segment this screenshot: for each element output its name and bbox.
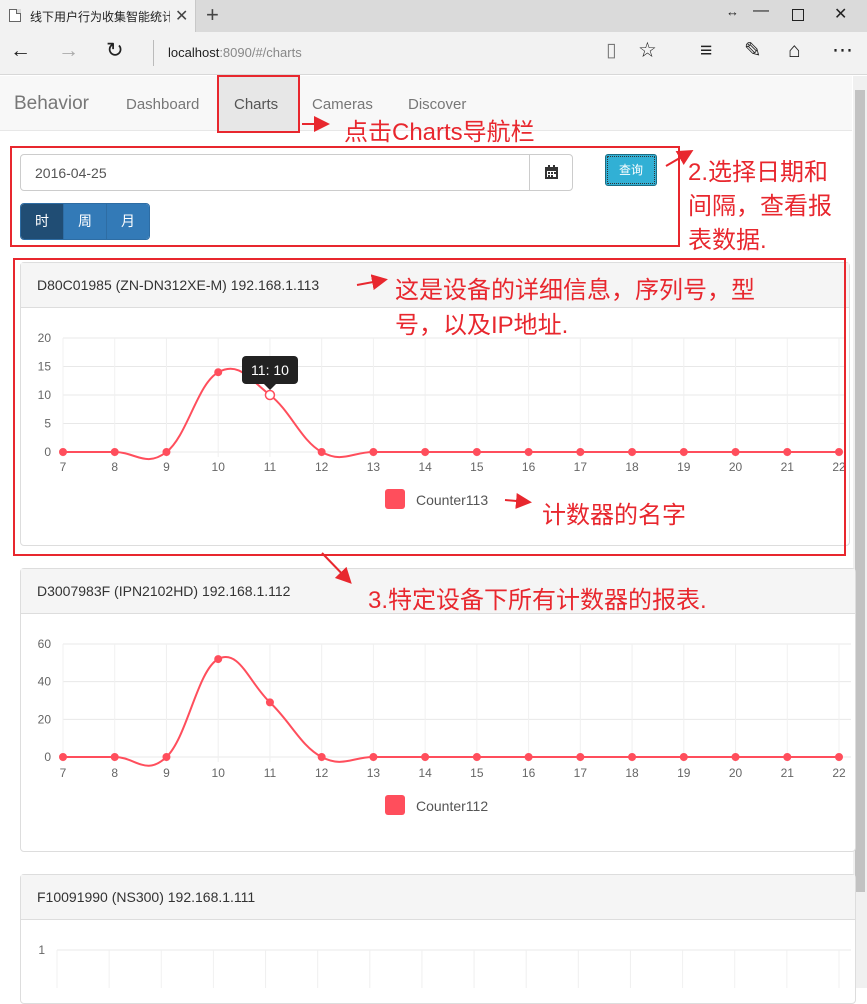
annotation-nav: 点击Charts导航栏 bbox=[344, 119, 535, 146]
annotation-step2-line2: 间隔，查看报 bbox=[688, 193, 832, 220]
annotation-step2-line3: 表数据. bbox=[688, 227, 767, 254]
annotation-counter-name: 计数器的名字 bbox=[542, 502, 686, 529]
annotation-box-controls bbox=[10, 146, 680, 247]
annotation-device-line2: 号，以及IP地址. bbox=[395, 312, 569, 339]
annotation-box-nav bbox=[217, 75, 300, 133]
annotation-step3: 3.特定设备下所有计数器的报表. bbox=[368, 587, 707, 614]
y-tick-label: 1 bbox=[38, 943, 45, 957]
annotation-device-line1: 这是设备的详细信息，序列号，型 bbox=[395, 277, 755, 304]
annotation-step2-line1: 2.选择日期和 bbox=[688, 159, 829, 186]
